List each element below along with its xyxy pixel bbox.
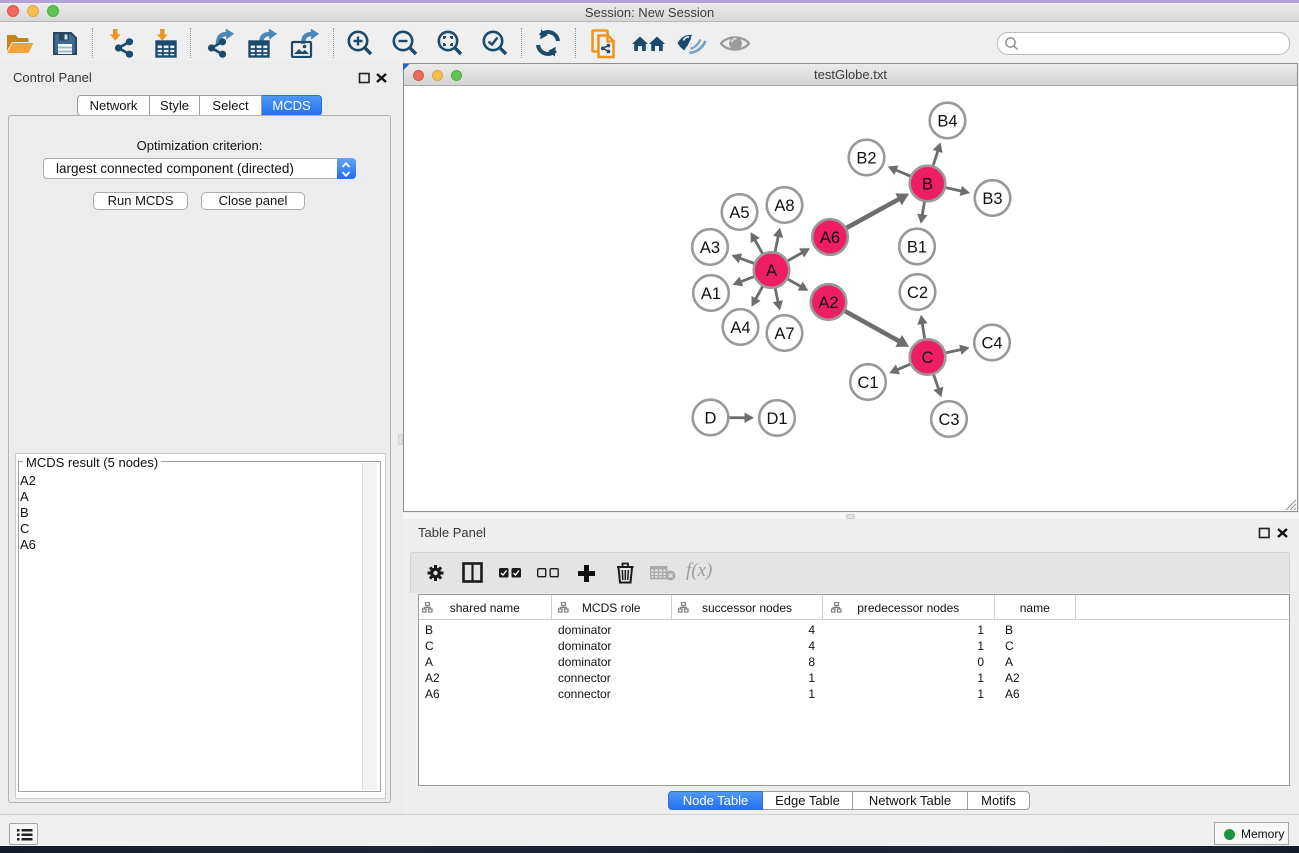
svg-text:C: C: [922, 349, 934, 367]
svg-text:A7: A7: [774, 325, 794, 343]
svg-text:A3: A3: [700, 239, 720, 257]
svg-text:B: B: [922, 175, 933, 193]
svg-text:C3: C3: [938, 411, 959, 429]
svg-text:A: A: [766, 262, 777, 280]
svg-text:A2: A2: [818, 294, 838, 312]
svg-text:B4: B4: [937, 112, 957, 130]
svg-text:A5: A5: [729, 204, 749, 222]
svg-text:A8: A8: [774, 197, 794, 215]
svg-text:D1: D1: [766, 410, 787, 428]
svg-text:A1: A1: [701, 285, 721, 303]
svg-text:B2: B2: [856, 149, 876, 167]
svg-text:C1: C1: [857, 374, 878, 392]
svg-text:A4: A4: [730, 319, 750, 337]
svg-text:B3: B3: [982, 190, 1002, 208]
svg-text:D: D: [705, 409, 717, 427]
svg-text:C4: C4: [981, 334, 1002, 352]
svg-text:C2: C2: [907, 284, 928, 302]
svg-text:A6: A6: [820, 229, 840, 247]
svg-text:B1: B1: [907, 238, 927, 256]
